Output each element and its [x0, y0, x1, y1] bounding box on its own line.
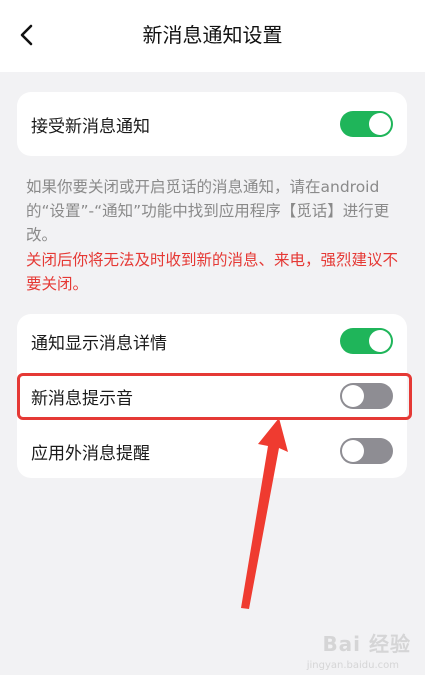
warning-text: 关闭后你将无法及时收到新的消息、来电，强烈建议不要关闭。 [26, 251, 399, 293]
toggle-knob [342, 440, 364, 462]
setting-label: 应用外消息提醒 [31, 443, 150, 464]
setting-row-outside-app-alert[interactable]: 应用外消息提醒 [17, 424, 407, 478]
receive-notifications-toggle[interactable] [340, 111, 393, 137]
watermark-url: jingyan.baidu.com [306, 660, 399, 671]
description-text: 如果你要关闭或开启觅话的消息通知，请在android的“设置”-“通知”功能中找… [26, 178, 390, 244]
setting-label: 通知显示消息详情 [31, 333, 167, 354]
show-details-toggle[interactable] [340, 328, 393, 354]
page-title: 新消息通知设置 [142, 23, 283, 47]
setting-row-show-details[interactable]: 通知显示消息详情 [17, 314, 407, 368]
notification-main-card: 接受新消息通知 [17, 92, 407, 156]
toggle-knob [369, 113, 391, 135]
setting-row-receive-notifications[interactable]: 接受新消息通知 [17, 97, 407, 151]
navigation-header: 新消息通知设置 [0, 0, 425, 72]
settings-page: 新消息通知设置 接受新消息通知 如果你要关闭或开启觅话的消息通知，请在andro… [0, 0, 425, 675]
setting-label: 接受新消息通知 [31, 116, 150, 137]
watermark-logo: Bai 经验 [322, 632, 411, 656]
outside-app-alert-toggle[interactable] [340, 438, 393, 464]
toggle-knob [369, 330, 391, 352]
annotation-highlight-box [17, 373, 412, 420]
